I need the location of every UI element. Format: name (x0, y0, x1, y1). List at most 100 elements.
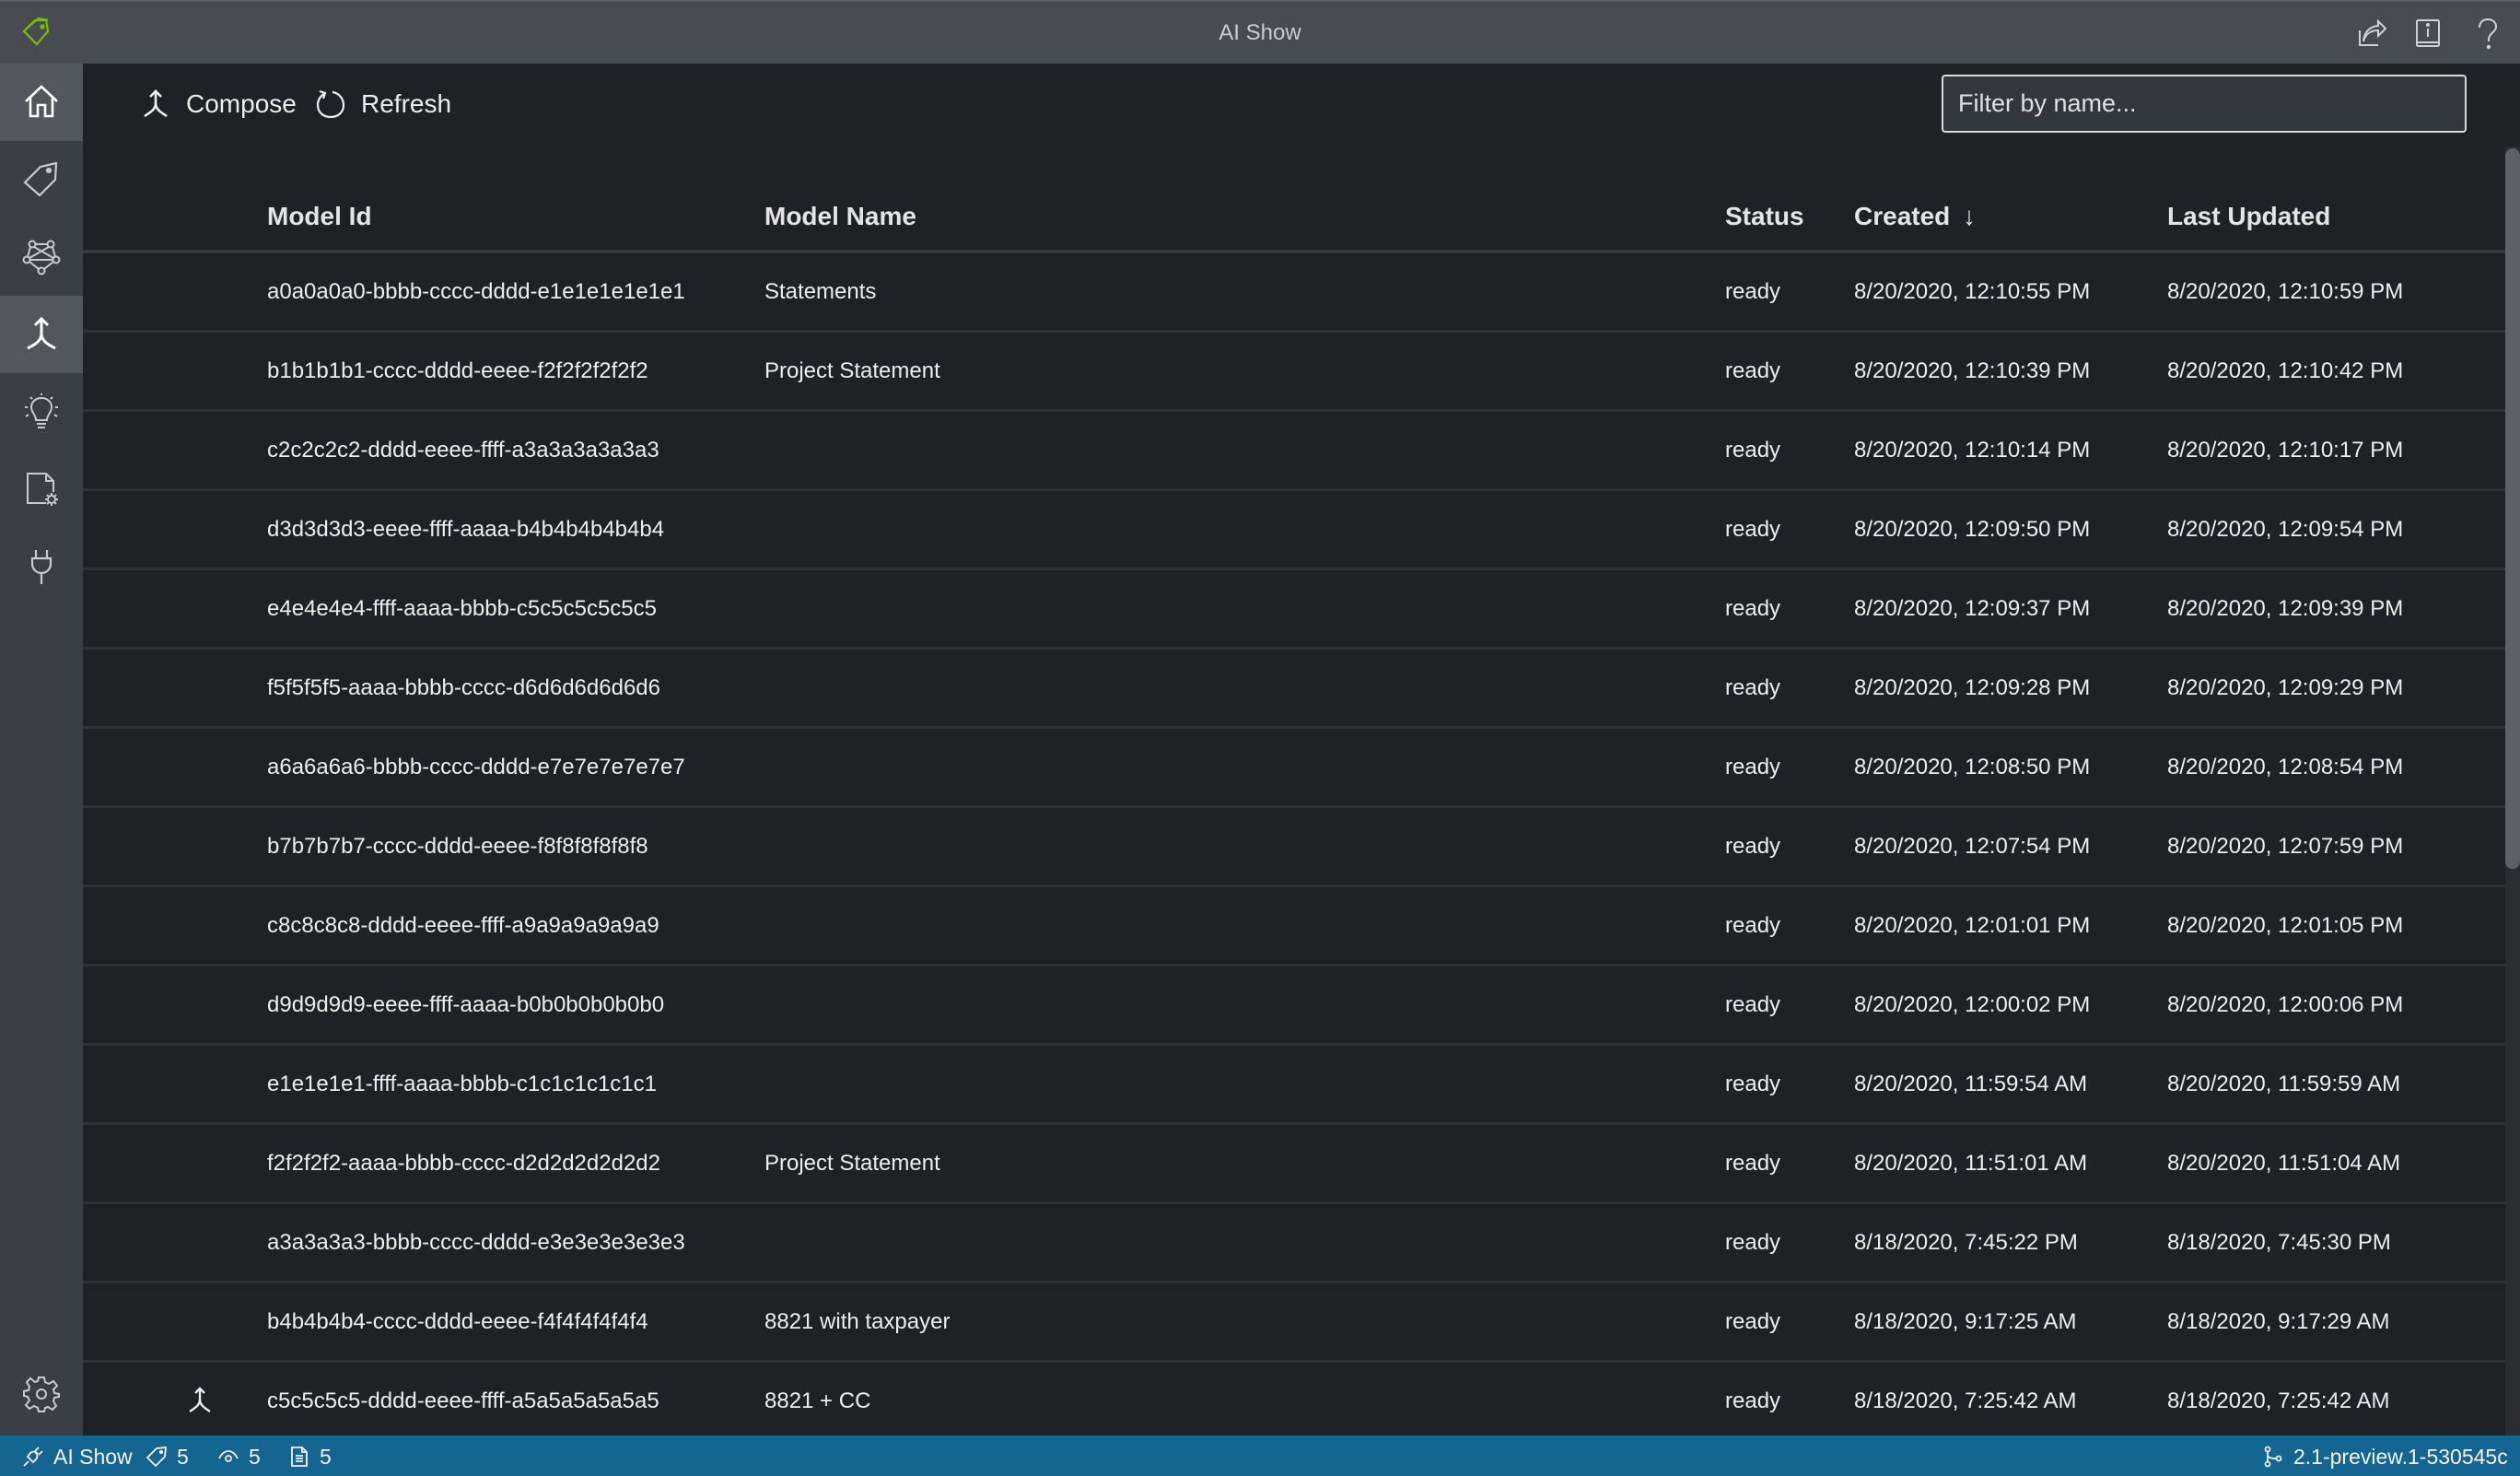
status-tags: 5 (146, 1443, 189, 1470)
cell-last-updated: 8/20/2020, 12:09:29 PM (2167, 675, 2404, 700)
cell-model-id: b4b4b4b4-cccc-dddd-eeee-f4f4f4f4f4f4 (267, 1309, 648, 1334)
table-row[interactable]: c5c5c5c5-dddd-eeee-ffff-a5a5a5a5a5a5 8821… (83, 1363, 2505, 1442)
cell-status: ready (1725, 992, 1781, 1017)
cell-created: 8/18/2020, 9:17:25 AM (1854, 1309, 2077, 1334)
cell-model-id: c2c2c2c2-dddd-eeee-ffff-a3a3a3a3a3a3 (267, 438, 659, 463)
cell-status: ready (1725, 358, 1781, 383)
sidebar-item-home[interactable] (0, 64, 83, 141)
sidebar-item-connections[interactable] (0, 528, 83, 605)
cell-model-id: b7b7b7b7-cccc-dddd-eeee-f8f8f8f8f8f8 (267, 834, 648, 859)
cell-status: ready (1725, 1309, 1781, 1334)
status-project[interactable]: AI Show (22, 1443, 133, 1470)
sidebar-item-analyze[interactable] (0, 373, 83, 451)
cell-status: ready (1725, 755, 1781, 779)
table-row[interactable]: a0a0a0a0-bbbb-cccc-dddd-e1e1e1e1e1e1 Stat… (83, 253, 2505, 333)
merge-icon (144, 89, 168, 118)
document-gear-icon (27, 473, 58, 506)
status-bar: AI Show 5 5 5 2.1-preview.1-530545c (0, 1435, 2520, 1476)
cell-model-id: e1e1e1e1-ffff-aaaa-bbbb-c1c1c1c1c1c1 (267, 1072, 657, 1096)
table-row[interactable]: f5f5f5f5-aaaa-bbbb-cccc-d6d6d6d6d6d6 read… (83, 650, 2505, 729)
cell-model-id: a6a6a6a6-bbbb-cccc-dddd-e7e7e7e7e7e7 (267, 755, 685, 779)
column-header-model-id[interactable]: Model Id (267, 202, 372, 231)
table-row[interactable]: e1e1e1e1-ffff-aaaa-bbbb-c1c1c1c1c1c1 read… (83, 1046, 2505, 1125)
table-row[interactable]: e4e4e4e4-ffff-aaaa-bbbb-c5c5c5c5c5c5 read… (83, 570, 2505, 650)
status-visited-count: 5 (249, 1444, 261, 1469)
column-header-last-updated[interactable]: Last Updated (2167, 202, 2330, 231)
cell-status: ready (1725, 1151, 1781, 1176)
vertical-scrollbar[interactable] (2505, 146, 2520, 1435)
cell-status: ready (1725, 1230, 1781, 1255)
refresh-button[interactable]: Refresh (315, 86, 451, 123)
cell-status: ready (1725, 1072, 1781, 1096)
title-bar: AI Show (0, 0, 2520, 64)
cell-model-id: f5f5f5f5-aaaa-bbbb-cccc-d6d6d6d6d6d6 (267, 675, 660, 700)
cell-created: 8/20/2020, 11:59:54 AM (1854, 1072, 2088, 1096)
cell-created: 8/20/2020, 12:08:50 PM (1854, 755, 2091, 779)
table-header: Model Id Model Name Status Created ↓ Las… (83, 202, 2505, 253)
cell-status: ready (1725, 913, 1781, 938)
cell-model-id: a3a3a3a3-bbbb-cccc-dddd-e3e3e3e3e3e3 (267, 1230, 685, 1255)
cell-created: 8/18/2020, 7:45:22 PM (1854, 1230, 2078, 1255)
cell-last-updated: 8/18/2020, 7:45:30 PM (2167, 1230, 2391, 1255)
merge-icon (27, 316, 56, 350)
cell-created: 8/20/2020, 12:01:01 PM (1854, 913, 2091, 938)
status-version: 2.1-preview.1-530545c (2262, 1443, 2508, 1470)
column-header-created-label: Created (1854, 202, 1951, 230)
compose-label: Compose (186, 89, 297, 118)
column-header-model-name[interactable]: Model Name (764, 202, 916, 231)
cell-status: ready (1725, 1388, 1781, 1413)
sidebar-item-settings[interactable] (0, 1355, 83, 1433)
cell-model-id: b1b1b1b1-cccc-dddd-eeee-f2f2f2f2f2f2 (267, 358, 648, 383)
cell-model-id: c5c5c5c5-dddd-eeee-ffff-a5a5a5a5a5a5 (267, 1388, 659, 1413)
table-row[interactable]: a3a3a3a3-bbbb-cccc-dddd-e3e3e3e3e3e3 read… (83, 1204, 2505, 1283)
status-project-name: AI Show (53, 1444, 133, 1469)
table-row[interactable]: c2c2c2c2-dddd-eeee-ffff-a3a3a3a3a3a3 read… (83, 412, 2505, 491)
cell-model-id: a0a0a0a0-bbbb-cccc-dddd-e1e1e1e1e1e1 (267, 279, 685, 304)
table-row[interactable]: b7b7b7b7-cccc-dddd-eeee-f8f8f8f8f8f8 read… (83, 808, 2505, 887)
table-row[interactable]: d9d9d9d9-eeee-ffff-aaaa-b0b0b0b0b0b0 read… (83, 966, 2505, 1046)
table-row[interactable]: d3d3d3d3-eeee-ffff-aaaa-b4b4b4b4b4b4 read… (83, 491, 2505, 570)
filter-by-name-input[interactable] (1942, 75, 2467, 133)
status-version-text: 2.1-preview.1-530545c (2293, 1444, 2508, 1469)
sidebar-item-tags[interactable] (0, 141, 83, 218)
table-row[interactable]: c8c8c8c8-dddd-eeee-ffff-a9a9a9a9a9a9 read… (83, 887, 2505, 966)
model-list: a0a0a0a0-bbbb-cccc-dddd-e1e1e1e1e1e1 Stat… (83, 253, 2505, 1442)
sidebar-item-ocr-settings[interactable] (0, 451, 83, 528)
cell-model-name: Statements (764, 279, 877, 304)
table-row[interactable]: b4b4b4b4-cccc-dddd-eeee-f4f4f4f4f4f4 8821… (83, 1283, 2505, 1363)
cell-last-updated: 8/18/2020, 9:17:29 AM (2167, 1309, 2390, 1334)
share-icon[interactable] (2354, 18, 2387, 51)
sort-descending-icon: ↓ (1963, 202, 1977, 230)
composed-model-icon (189, 1387, 211, 1412)
table-row[interactable]: f2f2f2f2-aaaa-bbbb-cccc-d2d2d2d2d2d2 Proj… (83, 1125, 2505, 1204)
network-icon (22, 240, 61, 275)
cell-last-updated: 8/20/2020, 12:10:17 PM (2167, 438, 2404, 463)
cell-last-updated: 8/20/2020, 11:59:59 AM (2167, 1072, 2401, 1096)
cell-last-updated: 8/20/2020, 12:07:59 PM (2167, 834, 2404, 859)
cell-created: 8/20/2020, 12:10:39 PM (1854, 358, 2091, 383)
tag-icon (146, 1446, 168, 1468)
cell-status: ready (1725, 517, 1781, 542)
plug-connection-icon (23, 1447, 43, 1467)
status-tag-count: 5 (177, 1444, 189, 1469)
sidebar (0, 64, 83, 1435)
cell-last-updated: 8/20/2020, 12:00:06 PM (2167, 992, 2404, 1017)
cell-last-updated: 8/20/2020, 12:10:59 PM (2167, 279, 2404, 304)
sidebar-item-compose[interactable] (0, 296, 83, 373)
scrollbar-thumb[interactable] (2505, 148, 2520, 869)
compose-button[interactable]: Compose (140, 86, 297, 123)
cell-status: ready (1725, 675, 1781, 700)
plug-icon (30, 550, 52, 584)
column-header-status[interactable]: Status (1725, 202, 1804, 231)
cell-model-name: 8821 + CC (764, 1388, 871, 1413)
cell-created: 8/18/2020, 7:25:42 AM (1854, 1388, 2077, 1413)
table-row[interactable]: a6a6a6a6-bbbb-cccc-dddd-e7e7e7e7e7e7 read… (83, 729, 2505, 808)
cell-last-updated: 8/18/2020, 7:25:42 AM (2167, 1388, 2390, 1413)
column-header-created[interactable]: Created ↓ (1854, 202, 1976, 231)
gear-icon (23, 1376, 60, 1412)
table-row[interactable]: b1b1b1b1-cccc-dddd-eeee-f2f2f2f2f2f2 Proj… (83, 333, 2505, 412)
cell-status: ready (1725, 279, 1781, 304)
help-icon[interactable] (2470, 18, 2503, 51)
sidebar-item-train[interactable] (0, 218, 83, 296)
guide-book-icon[interactable] (2410, 18, 2444, 51)
